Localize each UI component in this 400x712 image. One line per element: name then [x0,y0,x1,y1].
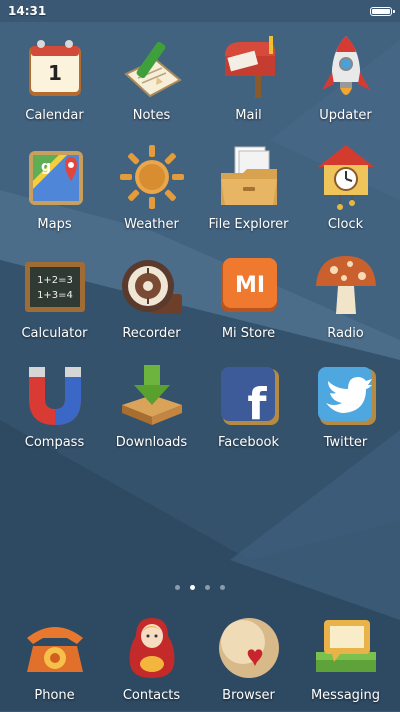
mi-store-icon: MI [220,258,277,312]
app-mi-store[interactable]: MI Mi Store [202,250,296,345]
app-label: Facebook [217,435,280,450]
app-grid: 1 Calendar Notes Mail Updater g Maps Wea… [0,32,400,454]
mi-store-logo: MI [234,273,264,298]
app-label: File Explorer [208,217,289,232]
app-label: Recorder [122,326,181,341]
app-label: Updater [319,108,372,123]
app-label: Messaging [310,688,381,703]
app-label: Clock [327,217,364,232]
notes-icon [123,41,182,98]
app-label: Downloads [115,435,188,450]
battery-icon [370,6,395,16]
page-indicator[interactable] [0,585,400,590]
app-label: Calculator [21,326,88,341]
app-facebook[interactable]: f Facebook [202,359,296,454]
message-bubbles-icon [315,620,376,672]
app-label: Phone [34,688,75,703]
app-label: Mail [235,108,262,123]
calendar-day: 1 [48,61,62,85]
app-compass[interactable]: Compass [8,359,102,454]
app-mail[interactable]: Mail [202,32,296,127]
dock: Phone Contacts Browser Messaging [0,612,400,712]
facebook-icon: f [220,367,279,430]
app-label: Twitter [323,435,368,450]
chalk-line-2: 1+3=4 [37,290,73,301]
download-arrow-icon [121,365,182,425]
chalkboard-icon: 1+2=3 1+3=4 [24,262,85,312]
page-dot-current[interactable] [190,585,195,590]
app-calculator[interactable]: 1+2=3 1+3=4 Calculator [8,250,102,345]
app-maps[interactable]: g Maps [8,141,102,236]
dock-messaging[interactable]: Messaging [299,612,393,707]
app-label: Mi Store [221,326,276,341]
app-calendar[interactable]: 1 Calendar [8,32,102,127]
mailbox-icon [224,36,275,98]
app-label: Browser [222,688,275,703]
app-label: Calendar [25,108,84,123]
rotary-phone-icon [26,627,83,672]
app-label: Notes [132,108,171,123]
mushroom-icon [315,256,376,314]
dock-phone[interactable]: Phone [8,612,102,707]
app-weather[interactable]: Weather [105,141,199,236]
maps-letter: g [41,159,51,175]
folder-icon [220,146,277,205]
globe-heart-icon [218,618,279,678]
app-updater[interactable]: Updater [299,32,393,127]
dock-contacts[interactable]: Contacts [105,612,199,707]
page-dot[interactable] [220,585,225,590]
app-label: Radio [327,326,364,341]
app-clock[interactable]: Clock [299,141,393,236]
chalk-line-1: 1+2=3 [37,275,73,286]
facebook-logo: f [247,379,267,430]
app-downloads[interactable]: Downloads [105,359,199,454]
sun-icon [119,145,184,209]
app-label: Compass [24,435,85,450]
rocket-icon [321,36,370,95]
dock-browser[interactable]: Browser [202,612,296,707]
app-label: Maps [37,217,72,232]
maps-icon: g [28,151,83,205]
page-dot[interactable] [205,585,210,590]
app-notes[interactable]: Notes [105,32,199,127]
cuckoo-clock-icon [317,145,374,210]
app-twitter[interactable]: Twitter [299,359,393,454]
app-label: Contacts [122,688,181,703]
app-label: Weather [124,217,179,232]
calendar-icon: 1 [28,40,81,96]
page-dot[interactable] [175,585,180,590]
app-recorder[interactable]: Recorder [105,250,199,345]
app-radio[interactable]: Radio [299,250,393,345]
status-bar: 14:31 [0,0,400,22]
app-file-explorer[interactable]: File Explorer [202,141,296,236]
magnet-icon [28,367,81,425]
status-time: 14:31 [8,4,47,18]
tape-recorder-icon [121,260,182,314]
matryoshka-icon [129,618,174,678]
twitter-bird-icon [317,367,376,425]
